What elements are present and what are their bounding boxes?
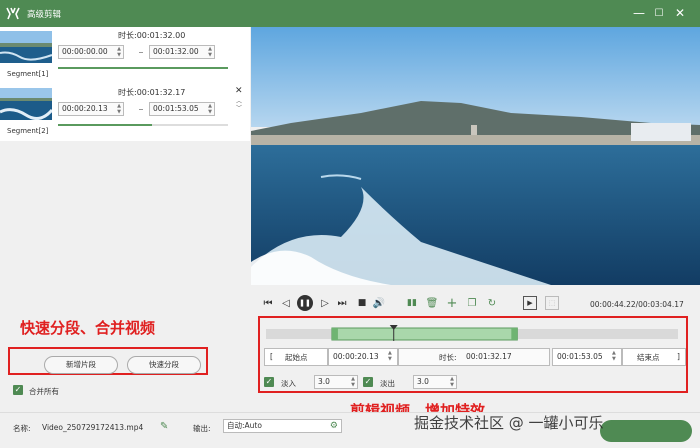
minimize-button[interactable]: — — [632, 6, 646, 20]
segment-name: Segment[1] — [7, 70, 49, 78]
stepper-icon[interactable]: ▲ ▼ — [351, 376, 355, 388]
app-logo-icon — [6, 7, 20, 20]
skip-start-icon[interactable]: ⏮ — [261, 296, 275, 310]
remove-segment-icon[interactable]: ✕ — [235, 86, 243, 96]
preview-segment-icon[interactable]: ▶ — [523, 296, 537, 310]
segment-duration: 00:01:32.17 — [136, 88, 186, 97]
merge-all-label: 合并所有 — [29, 387, 59, 396]
watermark-text: 掘金技术社区 @ 一罐小可乐 — [414, 414, 604, 432]
fade-out-checkbox[interactable]: ✓ — [363, 377, 373, 387]
reset-icon[interactable]: ↻ — [485, 296, 499, 310]
playback-time: 00:00:44.22/00:03:04.17 — [590, 300, 684, 309]
maximize-button[interactable]: ☐ — [652, 6, 666, 20]
duration-label: 时长: — [439, 353, 457, 362]
step-forward-icon[interactable]: ▷ — [318, 296, 332, 310]
segment-end-input[interactable]: 00:01:53.05 ▲ ▼ — [149, 102, 215, 116]
split-icon[interactable]: ▮▮ — [405, 296, 419, 310]
pause-icon[interactable]: ❚❚ — [297, 295, 313, 311]
stepper-icon: ▲ ▼ — [388, 350, 392, 362]
edit-name-icon[interactable]: ✎ — [160, 421, 168, 432]
end-time-input[interactable]: 00:01:53.05 ▲ ▼ — [552, 348, 622, 366]
settings-gear-icon: ⚙ — [329, 421, 338, 431]
delete-icon[interactable]: 🗑 — [425, 296, 439, 310]
new-segment-button[interactable]: 新增片段 — [44, 356, 118, 374]
segment-thumbnail — [0, 88, 52, 120]
segment-progress — [58, 124, 228, 126]
step-back-icon[interactable]: ◁ — [279, 296, 293, 310]
segment-item[interactable]: Segment[2] 时长:00:01:32.17 00:00:20.13 ▲ ▼ … — [0, 84, 250, 141]
name-label: 名称: — [13, 424, 31, 433]
start-time-input[interactable]: 00:00:20.13 ▲ ▼ — [328, 348, 398, 366]
segment-start-input[interactable]: 00:00:00.00 ▲ ▼ — [58, 45, 124, 59]
fade-in-label: 淡入 — [281, 379, 296, 388]
segment-item[interactable]: Segment[1] 时长:00:01:32.00 00:00:00.00 ▲ ▼ … — [0, 27, 250, 84]
output-select[interactable]: 自动:Auto ⚙ — [223, 419, 342, 433]
stop-icon[interactable]: ■ — [355, 296, 369, 310]
duration-display: 时长: 00:01:32.17 — [398, 348, 550, 366]
fade-out-label: 淡出 — [380, 379, 395, 388]
copy-icon[interactable]: ❐ — [465, 296, 479, 310]
fade-in-checkbox[interactable]: ✓ — [264, 377, 274, 387]
output-label: 输出: — [193, 424, 211, 433]
skip-end-icon[interactable]: ⏭ — [335, 296, 349, 310]
segment-thumbnail — [0, 31, 52, 63]
segment-start-input[interactable]: 00:00:20.13 ▲ ▼ — [58, 102, 124, 116]
stepper-icon: ▲ ▼ — [612, 350, 616, 362]
quick-split-button[interactable]: 快速分段 — [127, 356, 201, 374]
file-name: Video_250729172413.mp4 — [42, 423, 144, 432]
fade-out-input[interactable]: 3.0 ▲ ▼ — [413, 375, 457, 389]
split-merge-annotation: 快速分段、合并视频 — [20, 319, 156, 337]
selection-end-handle — [511, 328, 518, 340]
duration-value: 00:01:32.17 — [466, 352, 512, 361]
duration-label: 时长: — [118, 31, 137, 40]
stepper-icon[interactable]: ▲ ▼ — [117, 103, 121, 115]
volume-icon[interactable]: 🔊 — [372, 296, 386, 310]
start-point-button[interactable]: [ 起始点 — [264, 348, 328, 366]
title-bar: 高级剪辑 — ☐ ✕ — [0, 0, 700, 27]
video-preview[interactable] — [251, 27, 700, 285]
fullscreen-icon[interactable]: ⬚ — [545, 296, 559, 310]
selection-start-handle — [331, 328, 338, 340]
stepper-icon[interactable]: ▲ ▼ — [450, 376, 454, 388]
timeline[interactable] — [266, 325, 678, 341]
fade-in-input[interactable]: 3.0 ▲ ▼ — [314, 375, 358, 389]
stepper-icon[interactable]: ▲ ▼ — [208, 46, 212, 58]
export-button[interactable] — [600, 420, 692, 442]
add-icon[interactable]: + — [445, 296, 459, 311]
window-title: 高级剪辑 — [27, 10, 62, 20]
segment-progress — [58, 67, 228, 69]
segment-panel: Segment[1] 时长:00:01:32.00 00:00:00.00 ▲ ▼ … — [0, 27, 250, 412]
reorder-icon[interactable]: ︿ ﹀ — [236, 98, 242, 112]
stepper-icon[interactable]: ▲ ▼ — [208, 103, 212, 115]
segment-end-input[interactable]: 00:01:32.00 ▲ ▼ — [149, 45, 215, 59]
end-point-button[interactable]: 结束点 ] — [622, 348, 686, 366]
close-button[interactable]: ✕ — [673, 6, 687, 20]
stepper-icon[interactable]: ▲ ▼ — [117, 46, 121, 58]
segment-name: Segment[2] — [7, 127, 49, 135]
merge-all-checkbox[interactable]: ✓ — [13, 385, 23, 395]
duration-label: 时长: — [118, 88, 137, 97]
segment-duration: 00:01:32.00 — [136, 31, 186, 40]
